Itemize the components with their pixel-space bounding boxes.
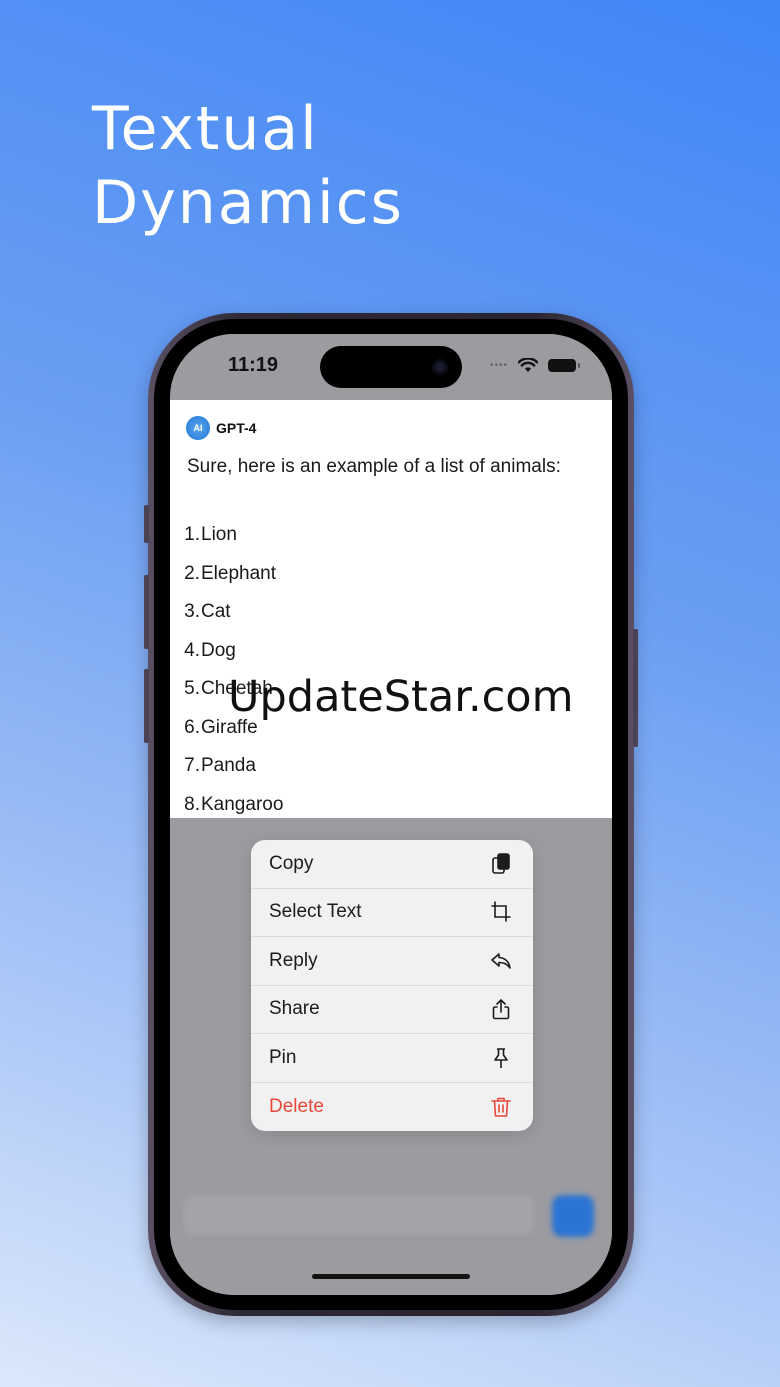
reply-icon — [491, 952, 511, 969]
message-text: Sure, here is an example of a list of an… — [187, 456, 561, 477]
ai-avatar-icon: AI — [186, 416, 210, 440]
phone-mockup: 11:19 •••• AI GPT-4 Sure, here is an exa… — [144, 313, 638, 1316]
crop-icon — [491, 901, 511, 923]
pin-icon — [494, 1047, 508, 1068]
headline-line-2: Dynamics — [92, 168, 404, 238]
animal-list: 1. Lion 2. Elephant 3. Cat 4. Dog 5. Cheetah … — [180, 516, 283, 818]
menu-item-label: Copy — [269, 852, 314, 874]
list-item: 2. Elephant — [184, 562, 277, 584]
menu-item-select-text[interactable]: Select Text — [251, 889, 533, 937]
status-icons: •••• — [489, 358, 580, 373]
list-item: 8. Kangaroo — [184, 793, 284, 815]
headline-line-1: Textual — [92, 94, 319, 164]
trash-icon — [491, 1097, 511, 1117]
camera-icon — [432, 359, 448, 375]
menu-item-label: Pin — [269, 1046, 297, 1068]
status-time: 11:19 — [228, 354, 279, 376]
watermark: UpdateStar.com — [228, 672, 574, 722]
message-input[interactable] — [184, 1195, 534, 1235]
power-button — [633, 629, 638, 747]
dynamic-island — [320, 346, 462, 388]
menu-item-delete[interactable]: Delete — [251, 1083, 533, 1132]
home-indicator[interactable] — [312, 1274, 470, 1279]
menu-item-label: Share — [269, 998, 320, 1020]
signal-icon: •••• — [489, 360, 508, 371]
share-icon — [492, 999, 510, 1020]
list-item: 1. Lion — [184, 524, 237, 546]
chat-message-bubble[interactable]: AI GPT-4 Sure, here is an example of a l… — [170, 400, 612, 818]
list-item: 7. Panda — [184, 755, 256, 777]
menu-item-label: Delete — [269, 1095, 324, 1117]
list-item: 3. Cat — [184, 601, 231, 623]
action-button — [144, 505, 149, 543]
status-bar: 11:19 •••• — [170, 334, 612, 400]
menu-item-copy[interactable]: Copy — [251, 840, 533, 889]
list-item: 4. Dog — [184, 639, 236, 661]
copy-icon — [492, 852, 510, 874]
battery-icon — [548, 359, 580, 372]
message-sender: AI GPT-4 — [186, 416, 256, 440]
headline: Textual Dynamics — [92, 92, 404, 240]
volume-up-button — [144, 575, 149, 649]
menu-item-pin[interactable]: Pin — [251, 1034, 533, 1083]
menu-item-label: Reply — [269, 949, 318, 971]
phone-screen: 11:19 •••• AI GPT-4 Sure, here is an exa… — [170, 334, 612, 1295]
context-menu: Copy Select Text Reply Share Pin Delete — [251, 840, 533, 1131]
menu-item-reply[interactable]: Reply — [251, 937, 533, 986]
send-button[interactable] — [552, 1195, 594, 1237]
menu-item-label: Select Text — [269, 901, 362, 923]
sender-name: GPT-4 — [216, 420, 257, 436]
wifi-icon — [518, 358, 538, 372]
menu-item-share[interactable]: Share — [251, 986, 533, 1034]
volume-down-button — [144, 669, 149, 743]
